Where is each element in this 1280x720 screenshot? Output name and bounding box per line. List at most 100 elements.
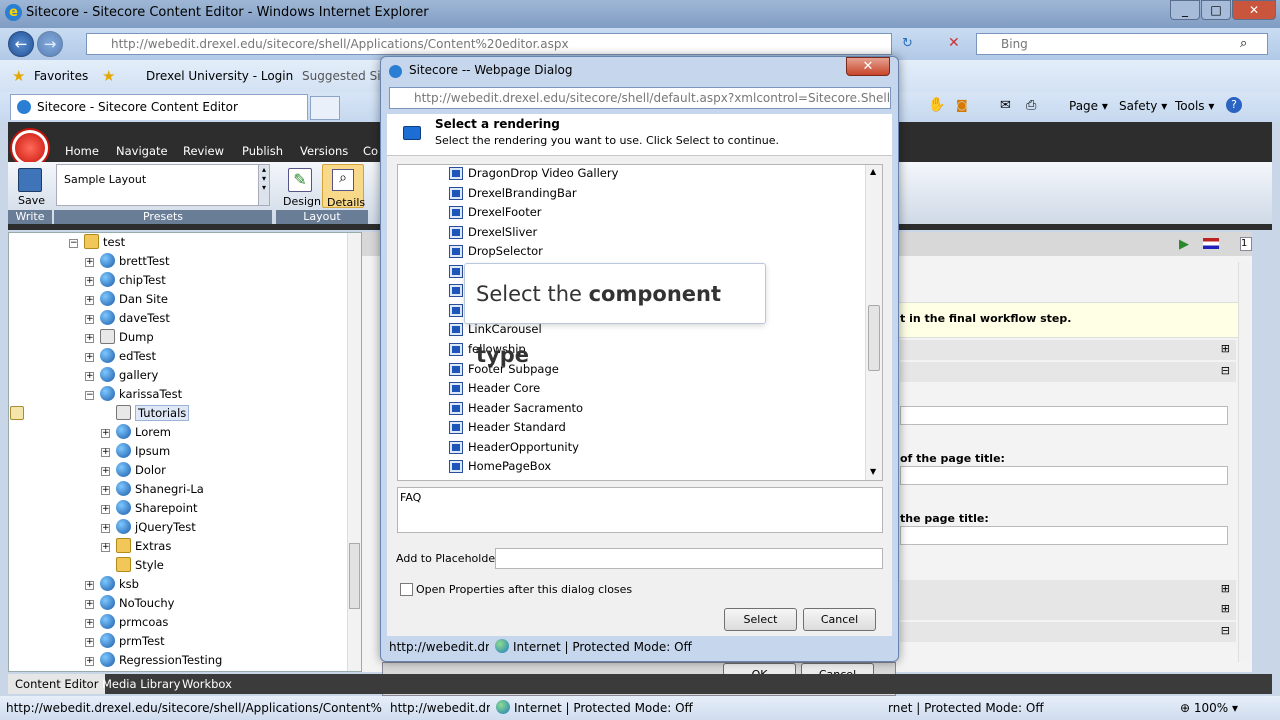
rendering-item[interactable]: DragonDrop Video Gallery bbox=[449, 165, 618, 183]
version-selector[interactable]: 1 bbox=[1240, 237, 1252, 251]
safety-menu[interactable]: Safety ▾ bbox=[1119, 99, 1167, 113]
rendering-list-scrollbar[interactable]: ▲ ▼ bbox=[865, 165, 882, 480]
tab-publish[interactable]: Publish bbox=[242, 144, 283, 158]
close-button[interactable]: ✕ bbox=[1232, 0, 1276, 20]
section-header-3[interactable]: ⊞ bbox=[900, 580, 1236, 600]
rendering-item[interactable]: Header Standard bbox=[449, 418, 566, 437]
favorites-button[interactable]: Favorites bbox=[34, 69, 88, 83]
rendering-item[interactable]: HomePageBox bbox=[449, 457, 551, 476]
rss-icon[interactable]: ◙ bbox=[956, 98, 968, 112]
presets-scroll[interactable]: ▴ ▾ ▾ bbox=[258, 164, 270, 206]
tree-item[interactable]: Style bbox=[101, 556, 164, 575]
rendering-item[interactable]: DrexelSliver bbox=[449, 223, 537, 242]
design-button[interactable]: Design bbox=[283, 195, 321, 208]
read-mail-icon[interactable]: ✉ bbox=[1000, 98, 1011, 113]
collapse-icon[interactable]: − bbox=[69, 239, 78, 248]
tab-sitecore[interactable]: Sitecore - Sitecore Content Editor bbox=[10, 94, 308, 120]
tree-item[interactable]: + Shanegri-La bbox=[101, 480, 204, 499]
stop-icon[interactable]: ✕ bbox=[948, 35, 960, 51]
placeholder-input[interactable] bbox=[495, 548, 883, 569]
search-input[interactable]: Bing bbox=[976, 33, 1268, 55]
expand-icon[interactable]: + bbox=[85, 258, 94, 267]
tree-item[interactable]: + Ipsum bbox=[101, 442, 170, 461]
print-icon[interactable]: ⎙ bbox=[1026, 98, 1036, 113]
expand-icon[interactable]: + bbox=[85, 600, 94, 609]
tools-menu[interactable]: Tools ▾ bbox=[1175, 99, 1214, 113]
tree-item[interactable]: Tutorials bbox=[101, 404, 190, 423]
favorite-link-drexel[interactable]: Drexel University - Login bbox=[146, 69, 293, 83]
section-expand-icon-4[interactable]: ⊞ bbox=[1221, 602, 1230, 615]
tree-item[interactable]: + gallery bbox=[85, 366, 158, 385]
tree-item[interactable]: − karissaTest bbox=[85, 385, 182, 404]
maximize-button[interactable]: □ bbox=[1201, 0, 1231, 20]
dialog-cancel-button[interactable]: Cancel bbox=[803, 608, 876, 631]
collapse-icon[interactable]: − bbox=[85, 391, 94, 400]
tree-item[interactable]: + Dump bbox=[85, 328, 154, 347]
favorite-link-suggested[interactable]: Suggested Sit bbox=[302, 69, 385, 83]
language-flag-icon[interactable] bbox=[1203, 238, 1219, 249]
rendering-item[interactable]: DropSelector bbox=[449, 242, 543, 261]
expand-icon[interactable]: + bbox=[85, 296, 94, 305]
field-input-3[interactable] bbox=[900, 526, 1228, 545]
select-button[interactable]: Select bbox=[724, 608, 797, 631]
expand-icon[interactable]: + bbox=[101, 429, 110, 438]
help-icon[interactable]: ? bbox=[1226, 97, 1242, 113]
expand-icon[interactable]: + bbox=[101, 543, 110, 552]
tab-configure[interactable]: Co bbox=[363, 144, 378, 158]
refresh-icon[interactable]: ↻ bbox=[902, 36, 913, 51]
tree-item[interactable]: − test bbox=[69, 233, 125, 252]
navigate-arrow-icon[interactable]: ▶ bbox=[1179, 237, 1189, 252]
field-input-2[interactable] bbox=[900, 466, 1228, 485]
section-header-1[interactable]: ⊞ bbox=[900, 340, 1236, 360]
tree-item[interactable]: + Lorem bbox=[101, 423, 171, 442]
tab-review[interactable]: Review bbox=[183, 144, 224, 158]
rendering-list-scroll-thumb[interactable] bbox=[868, 305, 880, 371]
tree-item[interactable]: + ksb bbox=[85, 575, 139, 594]
tree-item[interactable]: + Sharepoint bbox=[101, 499, 198, 518]
tree-item[interactable]: + prmcoas bbox=[85, 613, 168, 632]
expand-icon[interactable]: + bbox=[85, 353, 94, 362]
section-header-4[interactable]: ⊞ bbox=[900, 600, 1236, 620]
tree-item[interactable]: + RegressionTesting bbox=[85, 651, 222, 670]
section-collapse-icon-5[interactable]: ⊟ bbox=[1221, 624, 1230, 637]
section-collapse-icon[interactable]: ⊟ bbox=[1221, 364, 1230, 377]
address-input[interactable]: http://webedit.drexel.edu/sitecore/shell… bbox=[86, 33, 892, 55]
search-icon[interactable]: ⌕ bbox=[1240, 36, 1247, 51]
tree-item[interactable]: + jQueryTest bbox=[101, 518, 196, 537]
rendering-item[interactable]: Header Sacramento bbox=[449, 399, 583, 418]
scroll-up-icon[interactable]: ▲ bbox=[870, 167, 876, 176]
save-icon[interactable] bbox=[18, 168, 42, 192]
expand-icon[interactable]: + bbox=[85, 581, 94, 590]
tree-item[interactable]: + daveTest bbox=[85, 309, 170, 328]
expand-icon[interactable]: + bbox=[101, 448, 110, 457]
preset-item[interactable]: Sample Layout bbox=[64, 173, 146, 186]
section-expand-icon[interactable]: ⊞ bbox=[1221, 342, 1230, 355]
tree-item[interactable]: + brettTest bbox=[85, 252, 170, 271]
design-icon[interactable]: ✎ bbox=[288, 168, 312, 192]
tree-item[interactable]: + edTest bbox=[85, 347, 156, 366]
rendering-item[interactable]: HeaderOpportunity bbox=[449, 438, 579, 457]
open-properties-checkbox[interactable] bbox=[400, 583, 413, 596]
tree-item[interactable]: + NoTouchy bbox=[85, 594, 174, 613]
zoom-level[interactable]: ⊕ 100% ▾ bbox=[1180, 697, 1238, 719]
tree-item[interactable]: + Extras bbox=[101, 537, 171, 556]
tab-workbox[interactable]: Workbox bbox=[182, 677, 232, 691]
rendering-item[interactable]: DrexelBrandingBar bbox=[449, 184, 577, 203]
tree-item[interactable]: + Dan Site bbox=[85, 290, 168, 309]
expand-icon[interactable]: + bbox=[101, 467, 110, 476]
tab-home[interactable]: Home bbox=[65, 144, 99, 158]
field-input-1[interactable] bbox=[900, 406, 1228, 425]
expand-icon[interactable]: + bbox=[85, 638, 94, 647]
back-icon[interactable]: ← bbox=[8, 31, 34, 57]
section-expand-icon-3[interactable]: ⊞ bbox=[1221, 582, 1230, 595]
new-tab-button[interactable] bbox=[310, 96, 340, 120]
expand-icon[interactable]: + bbox=[101, 524, 110, 533]
tab-navigate[interactable]: Navigate bbox=[116, 144, 168, 158]
details-button[interactable]: ⌕ Details bbox=[322, 164, 365, 209]
scroll-down-icon[interactable]: ▼ bbox=[870, 467, 876, 476]
tab-media-library[interactable]: Media Library bbox=[102, 677, 180, 691]
add-favorite-icon[interactable]: ★ bbox=[102, 67, 115, 85]
tree-scroll-thumb[interactable] bbox=[349, 543, 360, 609]
sitecore-logo-icon[interactable] bbox=[12, 130, 48, 166]
content-scrollbar[interactable] bbox=[1238, 262, 1250, 662]
